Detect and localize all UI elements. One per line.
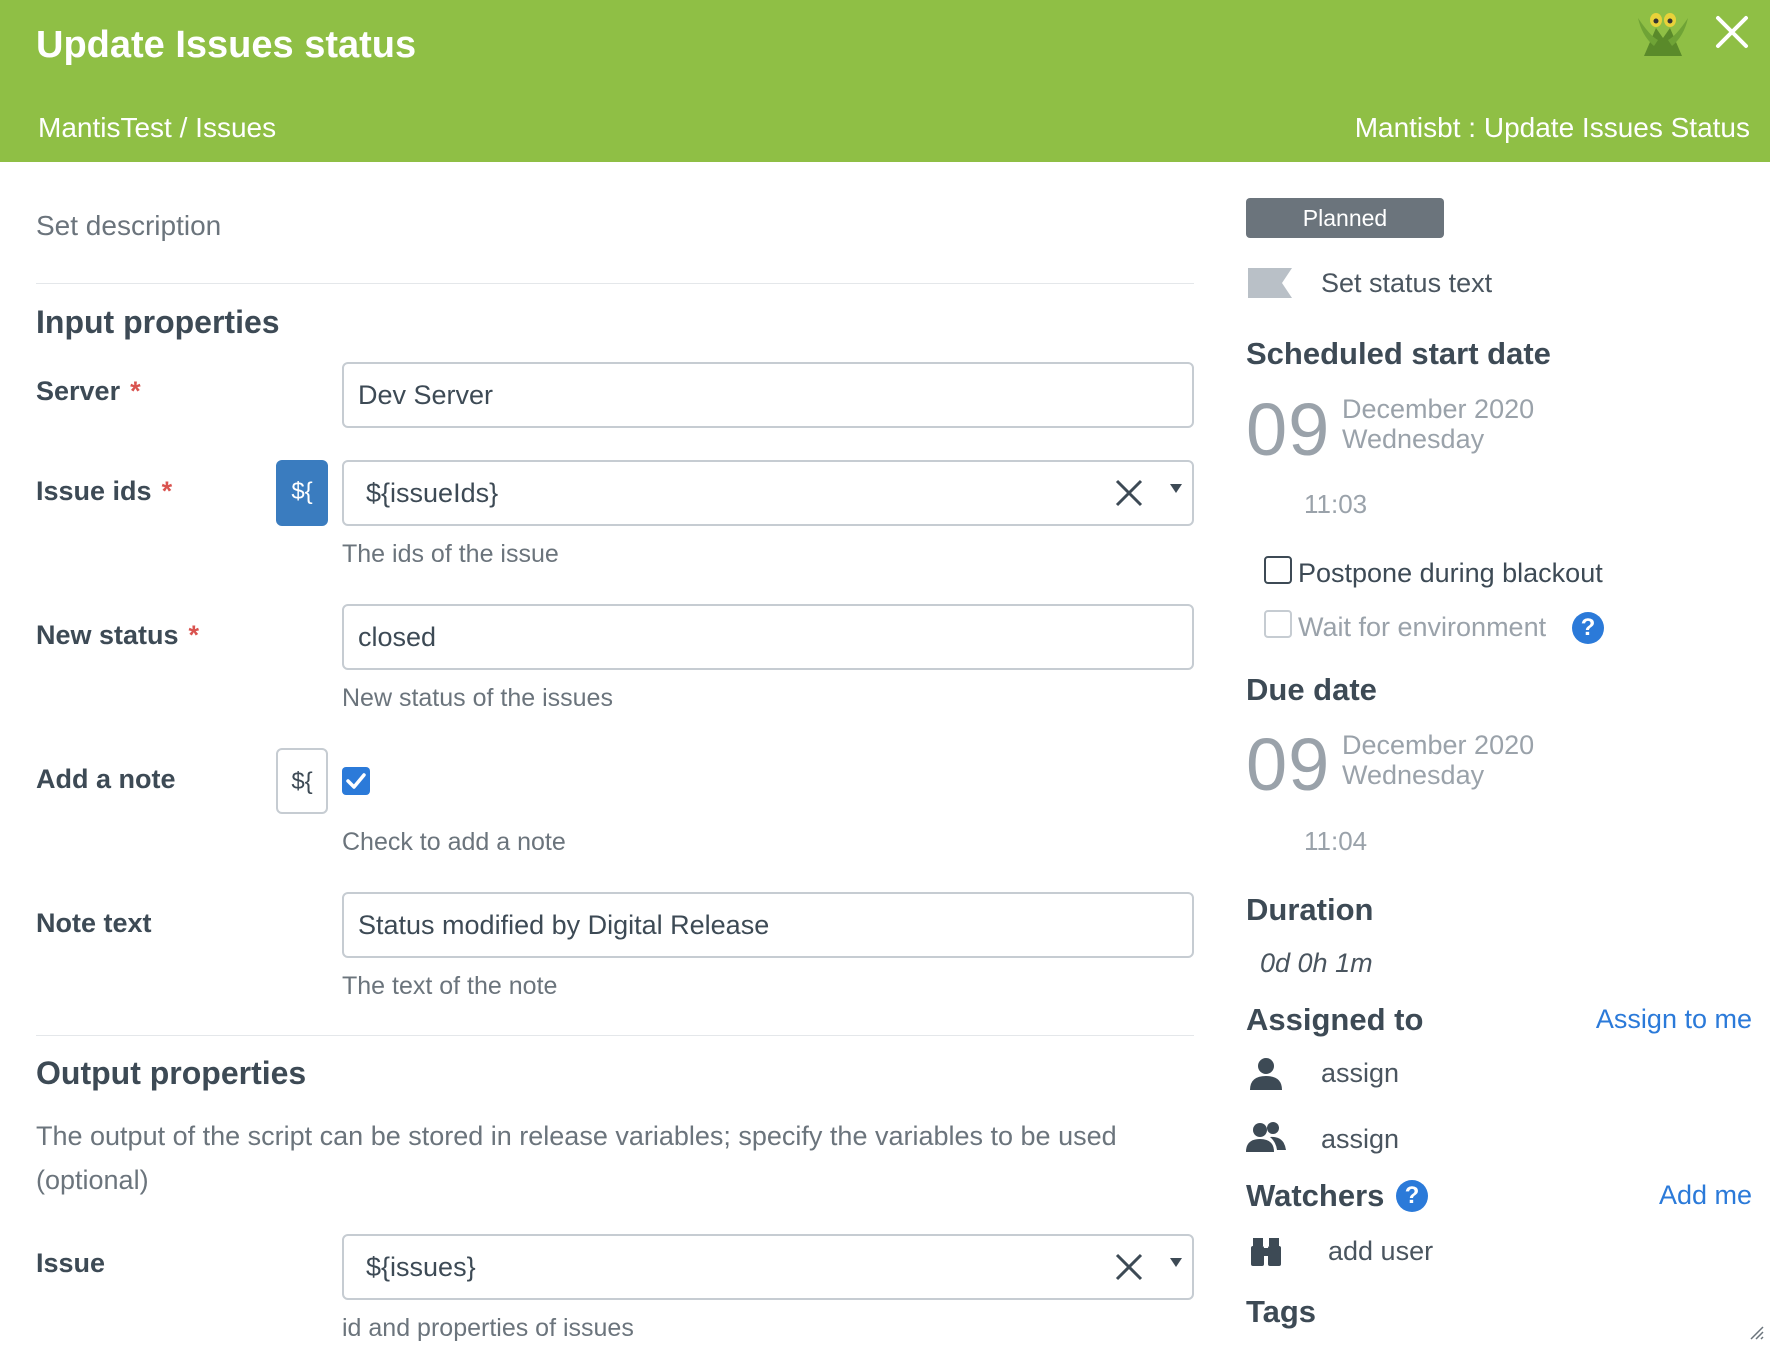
flag-icon <box>1248 268 1292 298</box>
variable-toggle-button[interactable]: ${ <box>276 460 328 526</box>
issue-ids-label: Issue ids * <box>36 476 173 506</box>
issue-ids-help: The ids of the issue <box>342 540 559 568</box>
add-me-link[interactable]: Add me <box>1659 1180 1752 1211</box>
team-icon <box>1246 1122 1286 1152</box>
dialog-title: Update Issues status <box>36 24 417 66</box>
new-status-help: New status of the issues <box>342 684 613 712</box>
tags-title: Tags <box>1246 1294 1317 1329</box>
input-properties-title: Input properties <box>36 304 280 340</box>
close-icon[interactable] <box>1712 12 1752 52</box>
start-time[interactable]: 11:03 <box>1304 489 1367 520</box>
team-field[interactable]: assign <box>1321 1124 1399 1155</box>
assign-to-me-link[interactable]: Assign to me <box>1596 1004 1752 1035</box>
postpone-checkbox[interactable] <box>1264 556 1292 584</box>
binoculars-icon <box>1251 1238 1281 1266</box>
due-date-title: Due date <box>1246 672 1377 707</box>
add-note-label: Add a note <box>36 764 176 794</box>
output-properties-title: Output properties <box>36 1055 307 1091</box>
clear-icon[interactable] <box>1114 478 1144 508</box>
plugin-name: Mantisbt : Update Issues Status <box>1354 112 1750 143</box>
caret-down-icon[interactable] <box>1170 1258 1182 1267</box>
user-icon <box>1250 1058 1282 1090</box>
description-field[interactable]: Set description <box>36 210 221 242</box>
new-status-input[interactable]: closed <box>342 604 1194 670</box>
issue-output-select[interactable]: ${issues} <box>342 1234 1194 1300</box>
add-watcher-field[interactable]: add user <box>1328 1236 1433 1267</box>
add-note-help: Check to add a note <box>342 828 566 856</box>
watchers-title: Watchers <box>1246 1178 1385 1213</box>
postpone-label: Postpone during blackout <box>1298 558 1603 588</box>
issue-output-value: ${issues} <box>366 1252 476 1282</box>
due-time[interactable]: 11:04 <box>1304 826 1367 857</box>
divider <box>36 283 1194 284</box>
output-description: The output of the script can be stored i… <box>36 1121 1117 1195</box>
server-label: Server * <box>36 376 141 406</box>
wait-env-checkbox <box>1264 610 1292 638</box>
checkmark-icon <box>346 773 366 789</box>
start-month-year: December 2020 <box>1342 394 1535 424</box>
start-day[interactable]: 09 <box>1246 387 1330 472</box>
status-badge[interactable]: Planned <box>1246 198 1444 238</box>
assignee-field[interactable]: assign <box>1321 1058 1399 1089</box>
duration-value[interactable]: 0d 0h 1m <box>1260 948 1373 979</box>
due-month-year: December 2020 <box>1342 730 1535 760</box>
issue-ids-select[interactable]: ${issueIds} <box>342 460 1194 526</box>
resize-handle-icon[interactable] <box>1746 1322 1764 1340</box>
status-text-field[interactable]: Set status text <box>1321 268 1492 299</box>
breadcrumb: MantisTest / Issues <box>38 112 277 143</box>
due-weekday: Wednesday <box>1342 760 1485 790</box>
issue-ids-value: ${issueIds} <box>366 478 499 508</box>
variable-toggle-button[interactable]: ${ <box>276 748 328 814</box>
add-note-checkbox[interactable] <box>342 767 370 795</box>
help-icon[interactable]: ? <box>1396 1180 1428 1212</box>
new-status-label: New status * <box>36 620 200 650</box>
scheduled-start-title: Scheduled start date <box>1246 336 1551 371</box>
issue-output-label: Issue <box>36 1248 106 1278</box>
issue-output-help: id and properties of issues <box>342 1314 634 1342</box>
mantis-logo-icon <box>1638 13 1688 56</box>
clear-icon[interactable] <box>1114 1252 1144 1282</box>
assigned-to-title: Assigned to <box>1246 1002 1424 1037</box>
note-text-label: Note text <box>36 908 152 938</box>
divider <box>36 1035 1194 1036</box>
dialog-header: Update Issues status MantisTest / Issues… <box>0 0 1770 162</box>
start-weekday: Wednesday <box>1342 424 1485 454</box>
caret-down-icon[interactable] <box>1170 484 1182 493</box>
note-text-help: The text of the note <box>342 972 558 1000</box>
duration-title: Duration <box>1246 892 1374 927</box>
help-icon[interactable]: ? <box>1572 612 1604 644</box>
due-day[interactable]: 09 <box>1246 722 1330 807</box>
note-text-input[interactable]: Status modified by Digital Release <box>342 892 1194 958</box>
wait-env-label: Wait for environment <box>1298 612 1547 642</box>
server-input[interactable]: Dev Server <box>342 362 1194 428</box>
